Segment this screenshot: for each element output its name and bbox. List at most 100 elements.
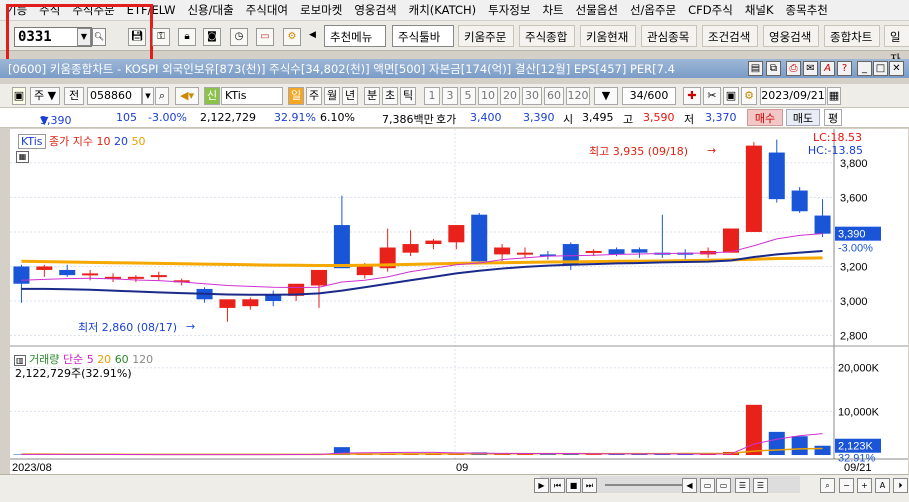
interval-60[interactable]: 60 (544, 87, 564, 105)
scroll-next-icon[interactable]: ▶ (534, 478, 549, 493)
monitor-icon[interactable]: ▭ (256, 28, 274, 46)
interval-30[interactable]: 30 (522, 87, 542, 105)
stock-code-input[interactable]: 058860 (87, 87, 142, 105)
zoom-slider[interactable] (605, 484, 685, 486)
menu-item[interactable]: 선물옵션 (570, 0, 624, 20)
legend-stock-name[interactable]: KTis (18, 134, 46, 149)
menu-item[interactable]: 로보마켓 (294, 0, 348, 20)
high-annotation: 최고 3,935 (09/18) (589, 145, 689, 158)
save-chart-icon[interactable]: ▣ (723, 87, 739, 105)
menu-item[interactable]: 선/옵주문 (624, 0, 682, 20)
help-icon[interactable]: ? (837, 61, 852, 76)
toolbar-button-hero-search[interactable]: 영웅검색 (763, 25, 819, 47)
table-toggle-icon[interactable]: ▦ (16, 151, 29, 163)
chart-menu-icon[interactable]: ▣ (12, 87, 26, 105)
toolbar-button-condition-search[interactable]: 조건검색 (702, 25, 758, 47)
scroll-stop-icon[interactable]: ■ (566, 478, 581, 493)
eval-button[interactable]: 평 (824, 109, 842, 126)
stock-search-icon[interactable]: ⌕ (155, 87, 169, 105)
interval-20[interactable]: 20 (500, 87, 520, 105)
sell-button[interactable]: 매도 (786, 109, 820, 126)
toolbar-button-recommend[interactable]: 추천메뉴 (324, 25, 386, 47)
candle (791, 190, 808, 212)
window-print-icon[interactable]: ⎙ (786, 61, 801, 76)
toolbar-button-general-chart[interactable]: 종합차트 (824, 25, 880, 47)
calendar-icon[interactable]: ▦ (827, 87, 841, 105)
code-dropdown-icon[interactable]: ▼ (142, 87, 154, 105)
volume-bar (814, 445, 831, 455)
menu-item[interactable]: 종목추천 (780, 0, 834, 20)
interval-120[interactable]: 120 (566, 87, 590, 105)
speaker-icon[interactable]: ◀▾ (175, 87, 199, 105)
interval-3[interactable]: 3 (442, 87, 458, 105)
menu-item[interactable]: 영웅검색 (348, 0, 402, 20)
period-tick[interactable]: 틱 (400, 87, 416, 105)
zoom-in-icon[interactable]: + (857, 478, 872, 493)
minimize-icon[interactable]: _ (857, 61, 872, 76)
credit-badge: 신 (204, 87, 220, 105)
legend-ma50: 50 (131, 135, 146, 148)
menu-item[interactable]: 신용/대출 (181, 0, 239, 20)
candle (59, 269, 76, 276)
clock-icon[interactable]: ◷ (230, 28, 248, 46)
volume-rate: 32.91% (274, 111, 316, 124)
chart-type3-icon[interactable]: ☰ (735, 478, 750, 493)
period-year[interactable]: 년 (342, 87, 358, 105)
price-tick-label: 3,600 (840, 192, 868, 204)
menu-item[interactable]: 채널K (739, 0, 780, 20)
scroll-left-icon[interactable]: ◀ (309, 30, 316, 40)
maximize-icon[interactable]: □ (873, 61, 888, 76)
menu-item[interactable]: 차트 (536, 0, 569, 20)
interval-10[interactable]: 10 (478, 87, 498, 105)
interval-1[interactable]: 1 (424, 87, 440, 105)
window-font-icon[interactable]: A (820, 61, 835, 76)
crosshair-icon[interactable]: ✚ (683, 87, 701, 105)
save-icon[interactable]: 💾︎ (128, 28, 146, 46)
chart-svg[interactable]: 3,8003,6003,4003,2003,0002,80020,000K10,… (10, 129, 908, 474)
toolbar-button-daily[interactable]: 일자 (884, 25, 909, 66)
chart-type-icon[interactable]: ▭ (700, 478, 715, 493)
close-icon[interactable]: ✕ (889, 61, 904, 76)
menu-item[interactable]: 캐치(KATCH) (403, 0, 482, 20)
menu-item[interactable]: 주식대여 (240, 0, 294, 20)
period-month[interactable]: 월 (324, 87, 340, 105)
search-chart-icon[interactable]: ⌕ (820, 478, 835, 493)
period-second[interactable]: 초 (382, 87, 398, 105)
count-field[interactable]: 34/600 (622, 87, 676, 105)
menu-item[interactable]: CFD주식 (682, 0, 739, 20)
chart-type2-icon[interactable]: ▭ (716, 478, 731, 493)
interval-5[interactable]: 5 (460, 87, 476, 105)
period-minute[interactable]: 분 (364, 87, 380, 105)
toolbar-button-watchlist[interactable]: 관심종목 (641, 25, 697, 47)
period-week[interactable]: 주 (306, 87, 322, 105)
menu-item[interactable]: 투자정보 (482, 0, 536, 20)
chart-type4-icon[interactable]: ☰ (753, 478, 768, 493)
scissors-icon[interactable]: ✂ (703, 87, 721, 105)
toolbar-button-stock-overview[interactable]: 주식종합 (519, 25, 575, 47)
chart-settings-icon[interactable]: ⚙ (741, 87, 757, 105)
market-type-select[interactable]: 주 ▼ (30, 87, 60, 105)
period-day[interactable]: 일 (288, 87, 304, 105)
zoom-out-icon[interactable]: − (839, 478, 854, 493)
window-layout-icon[interactable]: ▤ (748, 61, 763, 76)
scroll-end-icon[interactable]: ⏵ (893, 478, 908, 493)
toolbar-button-kiwoom-order[interactable]: 키움주문 (458, 25, 514, 47)
date-field[interactable]: 2023/09/21 (760, 87, 826, 105)
key-icon[interactable]: ⚿ (152, 28, 170, 46)
prev-button[interactable]: 전 (64, 87, 84, 105)
chart-area[interactable]: 3,8003,6003,4003,2003,0002,80020,000K10,… (10, 129, 908, 474)
text-tool-icon[interactable]: A (875, 478, 890, 493)
scroll-last-icon[interactable]: ⏭ (582, 478, 597, 493)
camera-icon[interactable]: ◙ (203, 28, 221, 46)
window-link-icon[interactable]: ⧉ (766, 61, 781, 76)
window-mail-icon[interactable]: ✉ (803, 61, 818, 76)
scroll-prev-page-icon[interactable]: ◀ (682, 478, 697, 493)
gear-icon[interactable]: ⚙ (283, 28, 301, 46)
candle (402, 244, 419, 253)
lock-icon[interactable]: 🔒︎ (178, 28, 196, 46)
buy-button[interactable]: 매수 (747, 109, 783, 126)
toolbar-button-stock-toolbar[interactable]: 주식툴바 (392, 25, 454, 47)
toolbar-button-kiwoom-current[interactable]: 키움현재 (580, 25, 636, 47)
scroll-first-icon[interactable]: ⏮ (550, 478, 565, 493)
interval-dropdown[interactable]: ▼ (594, 87, 618, 105)
